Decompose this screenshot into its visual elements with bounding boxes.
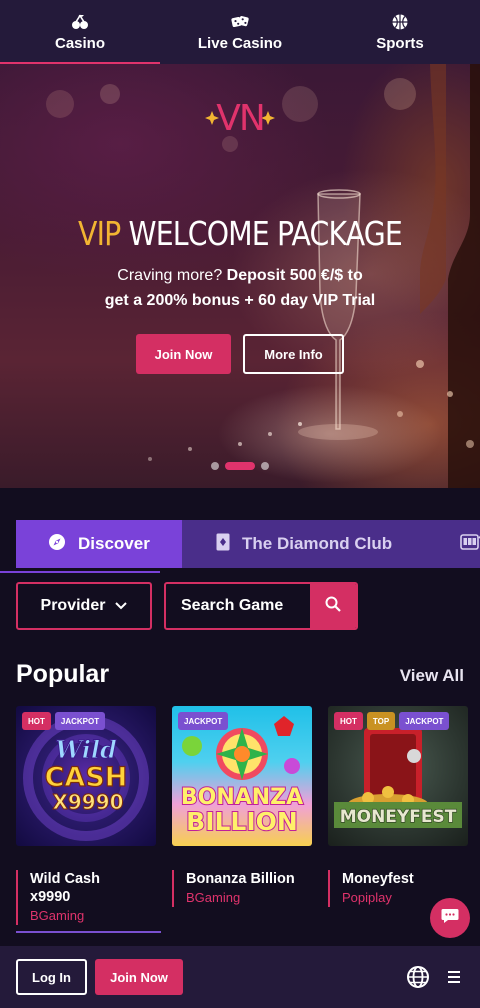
hot-badge: HOT <box>22 712 51 730</box>
slot-machine-icon <box>460 533 480 556</box>
dice-icon <box>231 13 249 31</box>
search-icon <box>325 596 341 617</box>
tab-diamond-club-label: The Diamond Club <box>242 534 393 553</box>
game-meta: Moneyfest Popiplay <box>328 870 414 907</box>
bottom-bar: Log In Join Now <box>0 946 480 1008</box>
tab-sports[interactable]: Sports <box>320 0 480 64</box>
headline-rest: WELCOME PACKAGE <box>128 214 403 253</box>
game-card[interactable]: BONANZA BILLION JACKPOT Bonanza Billion … <box>172 706 312 907</box>
tab-casino[interactable]: Casino <box>0 0 160 64</box>
jackpot-badge: JACKPOT <box>178 712 229 730</box>
login-button[interactable]: Log In <box>16 959 87 995</box>
basketball-icon <box>391 13 409 31</box>
search-button[interactable] <box>310 584 356 628</box>
art-line-1: MONEYFEST <box>340 807 457 827</box>
provider-label: Provider <box>40 597 106 614</box>
hot-badge: HOT <box>334 712 363 730</box>
game-meta: Bonanza Billion BGaming <box>172 870 295 907</box>
hero-headline: VIP WELCOME PACKAGE <box>34 214 447 253</box>
game-card[interactable]: MONEYFEST HOT TOP JACKPOT Moneyfest Popi… <box>328 706 468 907</box>
game-thumbnail[interactable]: BONANZA BILLION JACKPOT <box>172 706 312 846</box>
subtitle-bold-2: get a 200% bonus + 60 day VIP Trial <box>104 292 376 309</box>
vn-logo: VN <box>200 94 280 139</box>
globe-icon[interactable] <box>406 965 430 989</box>
top-nav: Casino Live Casino Sports <box>0 0 480 64</box>
category-tabs: Discover The Diamond Club <box>16 520 480 568</box>
jackpot-badge: JACKPOT <box>54 712 106 730</box>
game-name: Moneyfest <box>342 871 414 887</box>
tab-live-casino[interactable]: Live Casino <box>160 0 320 64</box>
page: Casino Live Casino Sports VN VIP WELCOME… <box>0 0 480 1008</box>
search-game-input[interactable] <box>166 584 310 628</box>
subtitle-plain: Craving more? <box>117 267 223 284</box>
art-line-1: Wild <box>55 735 117 764</box>
compass-icon <box>48 533 66 556</box>
game-provider: BGaming <box>30 908 85 923</box>
top-badge: TOP <box>366 712 396 730</box>
game-name: Bonanza Billion <box>186 871 295 887</box>
game-thumbnail[interactable]: MONEYFEST HOT TOP JACKPOT <box>328 706 468 846</box>
carousel-dots <box>0 462 480 470</box>
tab-casino-label: Casino <box>54 34 105 52</box>
tab-diamond-club[interactable]: The Diamond Club <box>182 520 458 568</box>
provider-dropdown[interactable]: Provider <box>16 582 152 630</box>
carousel-dot-active[interactable] <box>225 462 255 470</box>
join-now-button[interactable]: Join Now <box>95 959 183 995</box>
art-line-2: CASH <box>45 762 128 793</box>
tab-slots[interactable] <box>458 520 480 568</box>
badge-group: HOT JACKPOT <box>22 712 106 730</box>
chat-button[interactable] <box>430 898 470 938</box>
subtitle-bold-1: Deposit 500 €/$ to <box>226 267 363 284</box>
search-game-box <box>164 582 358 630</box>
logo-text: VN <box>216 98 264 138</box>
hero-more-info-button[interactable]: More Info <box>243 334 344 374</box>
badge-group: JACKPOT <box>178 712 229 730</box>
game-thumbnail[interactable]: Wild CASH X9990 HOT JACKPOT <box>16 706 156 846</box>
tab-discover-label: Discover <box>78 534 150 553</box>
game-name-line-2: x9990 <box>30 889 71 905</box>
game-card[interactable]: Wild CASH X9990 HOT JACKPOT Wild Cash x9… <box>16 706 156 925</box>
popular-title: Popular <box>16 660 110 688</box>
tab-live-casino-label: Live Casino <box>197 34 283 52</box>
chevron-down-icon <box>115 597 128 615</box>
carousel-dot[interactable] <box>261 462 269 470</box>
art-line-3: X9990 <box>52 790 123 814</box>
view-all-link[interactable]: View All <box>400 666 464 686</box>
jackpot-badge: JACKPOT <box>399 712 450 730</box>
hamburger-menu-icon[interactable] <box>446 968 462 986</box>
game-meta: Wild Cash x9990 BGaming <box>16 870 100 925</box>
headline-highlight: VIP <box>78 214 121 253</box>
art-line-2: BILLION <box>186 807 298 836</box>
cherries-icon <box>71 13 89 31</box>
hero-banner[interactable]: VN VIP WELCOME PACKAGE Craving more? Dep… <box>0 64 480 488</box>
hero-join-now-button[interactable]: Join Now <box>136 334 231 374</box>
game-provider: BGaming <box>186 890 241 905</box>
chat-bubble-icon <box>441 908 459 929</box>
hero-subtitle: Craving more? Deposit 500 €/$ to get a 2… <box>40 263 440 313</box>
badge-group: HOT TOP JACKPOT <box>334 712 450 730</box>
tab-discover[interactable]: Discover <box>16 520 182 568</box>
tab-sports-label: Sports <box>376 34 424 52</box>
diamond-card-icon <box>216 533 230 556</box>
category-scroll-indicator <box>0 571 160 573</box>
game-provider: Popiplay <box>342 890 392 905</box>
carousel-scroll-indicator <box>16 931 161 933</box>
carousel-dot[interactable] <box>211 462 219 470</box>
game-name: Wild Cash <box>30 871 100 887</box>
